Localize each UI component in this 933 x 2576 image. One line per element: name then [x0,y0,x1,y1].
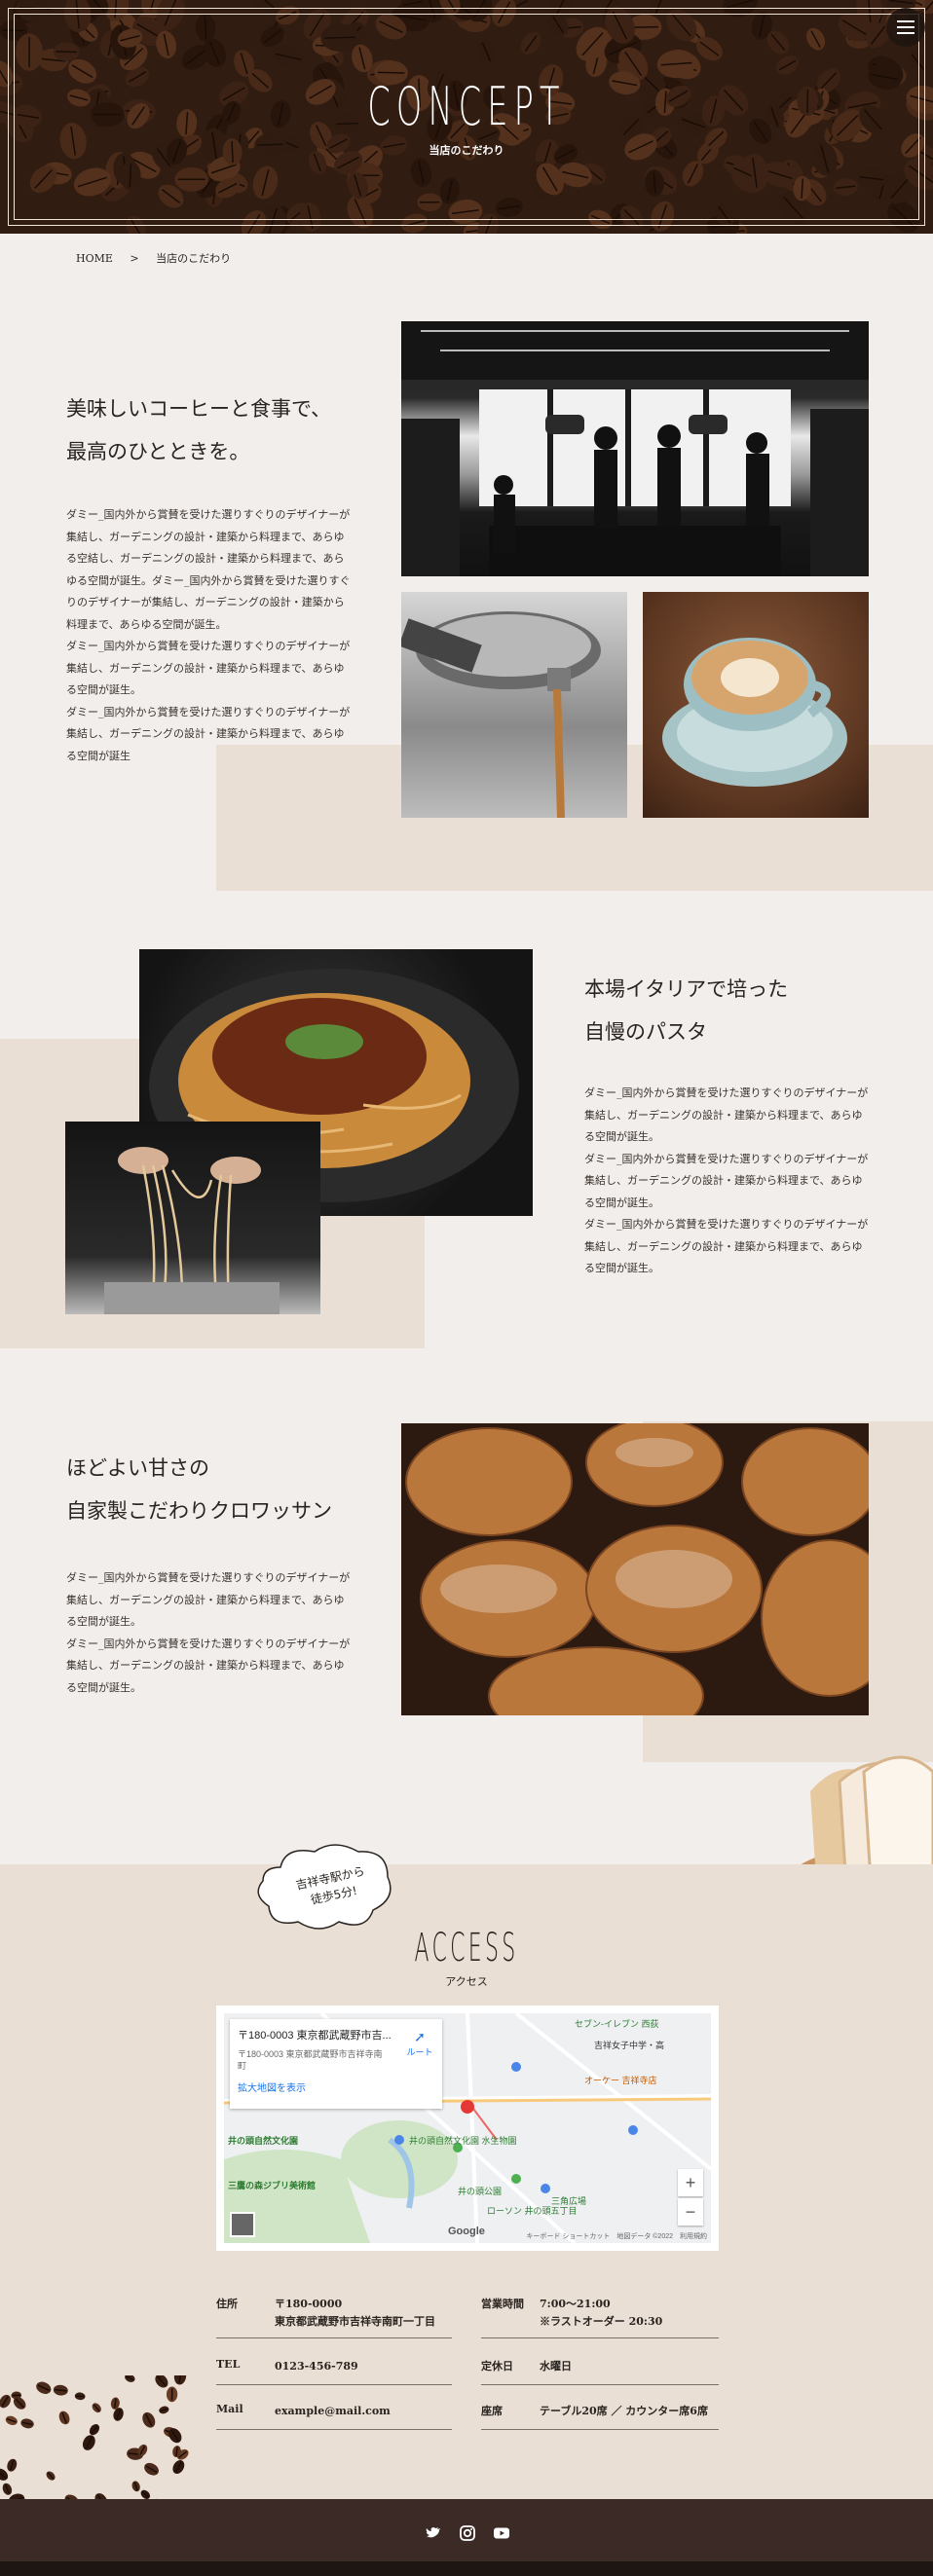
espresso-illustration [401,611,601,818]
latte-illustration [662,638,847,787]
section1-body: ダミー_国内外から賞賛を受けた選りすぐりのデザイナーが集結し、ガーデニングの設計… [66,504,351,767]
section2-title-line1: 本場イタリアで培った [584,977,789,1001]
footer-bottom-bar [0,2561,933,2576]
info-tel-row: TEL 0123-456-789 [216,2358,452,2385]
section2-title-line2: 自慢のパスタ [584,1020,707,1044]
info-value: テーブル20席 ／ カウンター席6席 [540,2405,708,2417]
section2-paragraph: ダミー_国内外から賞賛を受けた選りすぐりのデザイナーが集結し、ガーデニングの設計… [584,1086,869,1143]
map-label: 井の頭自然文化園 水生物園 [409,2136,517,2146]
breadcrumb-separator: > [130,252,139,265]
section1-title: 美味しいコーヒーと食事で、 最高のひとときを。 [66,387,331,473]
map-layer-toggle[interactable] [230,2212,255,2237]
map-label: オーケー 吉祥寺店 [584,2076,657,2085]
section3-title-line2: 自家製こだわりクロワッサン [66,1499,332,1523]
access-title: ACCESS [414,1926,519,1970]
section3-title-line1: ほどよい甘さの [66,1456,209,1480]
map-label: 三角広場 [551,2196,587,2206]
info-mail-row: Mail example@mail.com [216,2403,452,2430]
breadcrumb: HOME > 当店のこだわり [76,250,231,266]
map-label: セブン-イレブン 西荻 [575,2019,659,2029]
scattered-beans-image [0,2375,189,2512]
section3-paragraph: ダミー_国内外から賞賛を受けた選りすぐりのデザイナーが集結し、ガーデニングの設計… [66,1637,351,1694]
menu-line-icon [897,26,914,28]
info-key: Mail [216,2403,243,2415]
section2-paragraph: ダミー_国内外から賞賛を受けた選りすぐりのデザイナーが集結し、ガーデニングの設計… [584,1152,869,1209]
info-key: TEL [216,2358,241,2371]
info-address-row: 住所 〒180-0000 東京都武蔵野市吉祥寺南町一丁目 [216,2296,452,2338]
pasta-making-illustration [104,1147,280,1314]
info-value: 水曜日 [540,2360,572,2373]
section1-paragraph: ダミー_国内外から賞賛を受けた選りすぐりのデザイナーが集結し、ガーデニングの設計… [66,705,351,762]
directions-icon: ➚ [414,2029,426,2044]
section3-title: ほどよい甘さの 自家製こだわりクロワッサン [66,1447,332,1532]
section1-paragraph: ダミー_国内外から賞賛を受けた選りすぐりのデザイナーが集結し、ガーデニングの設計… [66,508,351,631]
page-subtitle: 当店のこだわり [429,144,504,157]
info-key: 座席 [481,2405,503,2417]
zoom-out-button[interactable]: − [678,2198,703,2226]
section2-paragraph: ダミー_国内外から賞賛を受けた選りすぐりのデザイナーが集結し、ガーデニングの設計… [584,1218,869,1274]
info-key: 定休日 [481,2360,513,2373]
cafe-interior-illustration [401,321,869,576]
info-value: 〒180-0000 東京都武蔵野市吉祥寺南町一丁目 [275,2298,435,2328]
hero-banner: CONCEPT 当店のこだわり [0,0,933,234]
map-label: 井の頭公園 [458,2187,503,2196]
latte-photo [643,592,869,818]
coffee-bean [125,2375,135,2382]
map-place-address: 〒180-0003 東京都武蔵野市吉祥寺南町 [238,2049,383,2071]
page-title: CONCEPT [367,76,566,137]
info-value[interactable]: 0123-456-789 [275,2358,358,2375]
youtube-icon[interactable] [493,2524,510,2542]
map-enlarge-link[interactable]: 拡大地図を表示 [238,2079,434,2094]
map-footer: キーボード ショートカット 地図データ ©2022 利用規約 [526,2233,707,2240]
breadcrumb-current: 当店のこだわり [156,252,232,265]
map-route-button[interactable]: ➚ ルート [405,2029,434,2058]
info-seats-row: 座席 テーブル20席 ／ カウンター席6席 [481,2403,719,2430]
section2-body: ダミー_国内外から賞賛を受けた選りすぐりのデザイナーが集結し、ガーデニングの設計… [584,1083,873,1280]
pasta-making-photo [65,1122,320,1314]
espresso-photo [401,592,627,818]
info-key: 営業時間 [481,2298,524,2310]
coffee-bean [0,2394,12,2409]
croissant-illustration [405,1423,869,1715]
coffee-bean [155,2375,168,2388]
instagram-icon[interactable] [459,2524,476,2542]
section1-title-line2: 最高のひとときを。 [66,440,250,463]
twitter-icon[interactable] [425,2524,442,2542]
breadcrumb-home[interactable]: HOME [76,252,113,265]
route-label: ルート [406,2047,433,2057]
section1-title-line1: 美味しいコーヒーと食事で、 [66,397,332,421]
section1-paragraph: ダミー_国内外から賞賛を受けた選りすぐりのデザイナーが集結し、ガーデニングの設計… [66,640,351,696]
map-label: 吉祥女子中学・高 [594,2041,665,2050]
google-logo: Google [448,2226,485,2237]
info-key: 住所 [216,2298,238,2310]
map-info-card: 〒180-0003 東京都武蔵野市吉... 〒180-0003 東京都武蔵野市吉… [230,2019,442,2109]
cafe-interior-photo [401,321,869,576]
info-value[interactable]: example@mail.com [275,2403,391,2420]
menu-line-icon [897,20,914,22]
info-closed-row: 定休日 水曜日 [481,2358,719,2385]
zoom-in-button[interactable]: + [678,2169,703,2196]
croissant-photo [401,1423,869,1715]
section2-title: 本場イタリアで培った 自慢のパスタ [584,968,788,1053]
info-value: 7:00～21:00 ※ラストオーダー 20:30 [540,2298,663,2328]
section3-paragraph: ダミー_国内外から賞賛を受けた選りすぐりのデザイナーが集結し、ガーデニングの設計… [66,1571,351,1628]
section3-body: ダミー_国内外から賞賛を受けた選りすぐりのデザイナーが集結し、ガーデニングの設計… [66,1567,351,1699]
hamburger-menu-button[interactable] [886,8,925,47]
info-hours-row: 営業時間 7:00～21:00 ※ラストオーダー 20:30 [481,2296,719,2338]
access-subtitle: アクセス [445,1975,488,1988]
map-label: 三鷹の森ジブリ美術館 [228,2181,317,2190]
menu-line-icon [897,32,914,34]
coffee-bean-crease [75,2395,85,2398]
google-map-embed[interactable]: セブン-イレブン 西荻 吉祥女子中学・高 オーケー 吉祥寺店 井の頭自然文化園 … [216,2006,719,2251]
map-label: 井の頭自然文化園 [228,2136,299,2146]
map-canvas[interactable]: セブン-イレブン 西荻 吉祥女子中学・高 オーケー 吉祥寺店 井の頭自然文化園 … [224,2013,711,2243]
